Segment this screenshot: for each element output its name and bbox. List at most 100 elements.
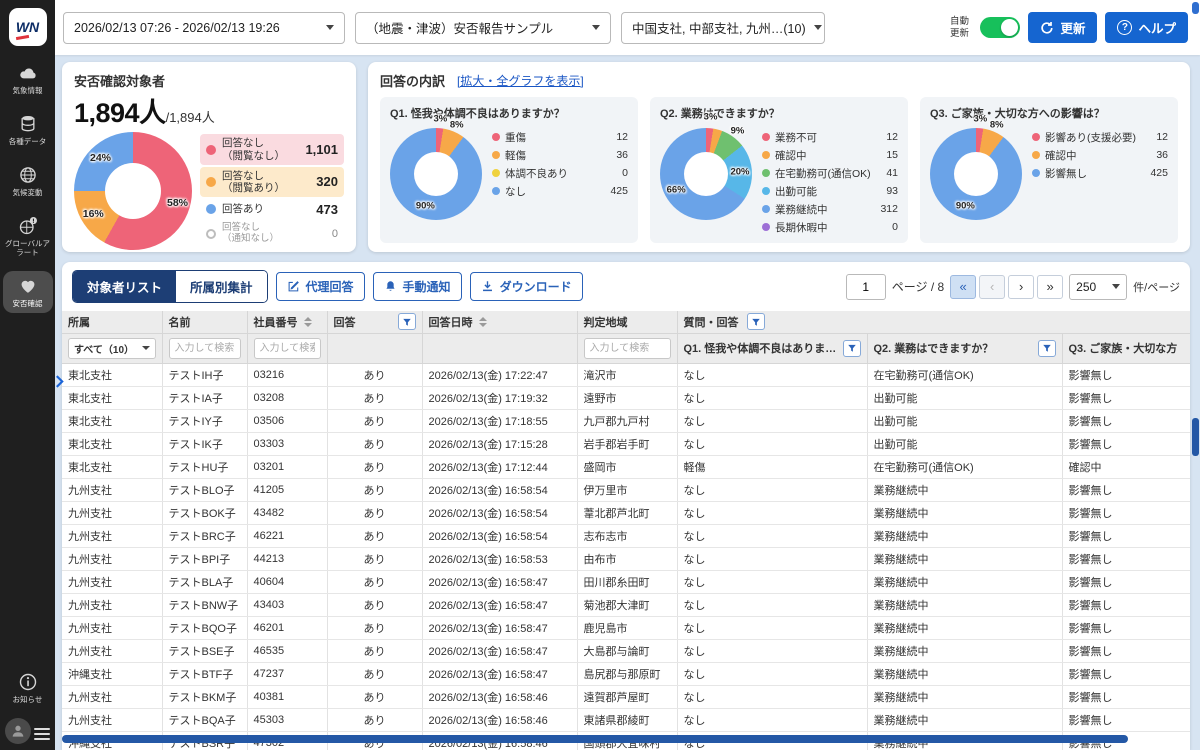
col-region[interactable]: 判定地域: [577, 311, 677, 333]
cell-dept: 九州支社: [62, 478, 162, 501]
proxy-answer-button[interactable]: 代理回答: [276, 272, 365, 301]
table-row[interactable]: 九州支社 テストBNW子 43403 あり 2026/02/13(金) 16:5…: [62, 593, 1190, 616]
table-row[interactable]: 東北支社 テストIK子 03303 あり 2026/02/13(金) 17:15…: [62, 432, 1190, 455]
wn-logo[interactable]: WN: [9, 8, 47, 46]
table-row[interactable]: 九州支社 テストBLA子 40604 あり 2026/02/13(金) 16:5…: [62, 570, 1190, 593]
sort-icon[interactable]: [479, 317, 487, 327]
cell-name: テストBRC子: [162, 524, 247, 547]
prev-page-button[interactable]: ‹: [979, 275, 1005, 299]
report-select[interactable]: （地震・津波）安否報告サンプル: [355, 12, 611, 44]
next-page-button[interactable]: ›: [1008, 275, 1034, 299]
hamburger-menu-icon[interactable]: [34, 728, 50, 740]
legend-dot: [762, 133, 770, 141]
vertical-scrollbar-thumb[interactable]: [1192, 418, 1199, 456]
refresh-button[interactable]: 更新: [1028, 12, 1097, 43]
cell-answered-at: 2026/02/13(金) 16:58:46: [422, 708, 577, 731]
table-body: 東北支社 テストIH子 03216 あり 2026/02/13(金) 17:22…: [62, 363, 1190, 750]
col-q3[interactable]: Q3. ご家族・大切な方: [1062, 333, 1190, 363]
cell-emp-id: 45303: [247, 708, 327, 731]
first-page-button[interactable]: «: [950, 275, 976, 299]
table-row[interactable]: 東北支社 テストIA子 03208 あり 2026/02/13(金) 17:19…: [62, 386, 1190, 409]
legend-label: 回答なし: [222, 223, 279, 234]
dept-filter-select[interactable]: すべて（10）: [68, 338, 156, 359]
page-number-input[interactable]: [846, 274, 886, 300]
daterange-select[interactable]: 2026/02/13 07:26 - 2026/02/13 19:26: [63, 12, 345, 44]
col-name[interactable]: 名前: [162, 311, 247, 333]
auto-update-label: 自動更新: [946, 16, 972, 40]
sidebar-item-data[interactable]: 各種データ: [3, 109, 53, 151]
q2-panel: Q2. 業務はできますか？ 3%9%20%66% 業務不可: [650, 97, 908, 243]
horizontal-scrollbar-thumb[interactable]: [62, 735, 1128, 743]
user-avatar[interactable]: [5, 718, 31, 744]
download-button[interactable]: ダウンロード: [470, 272, 583, 301]
cell-answered-at: 2026/02/13(金) 17:15:28: [422, 432, 577, 455]
table-row[interactable]: 九州支社 テストBSE子 46535 あり 2026/02/13(金) 16:5…: [62, 639, 1190, 662]
table-row[interactable]: 九州支社 テストBKM子 40381 あり 2026/02/13(金) 16:5…: [62, 685, 1190, 708]
tab-target-list[interactable]: 対象者リスト: [73, 271, 176, 302]
col-q2[interactable]: Q2. 業務はできますか？: [867, 333, 1062, 363]
q1-title: Q1. 怪我や体調不良はありますか？: [390, 105, 628, 121]
table-row[interactable]: 沖縄支社 テストBTF子 47237 あり 2026/02/13(金) 16:5…: [62, 662, 1190, 685]
sort-icon[interactable]: [304, 317, 312, 327]
name-search-input[interactable]: [169, 338, 241, 359]
col-q1[interactable]: Q1. 怪我や体調不良はありま…: [677, 333, 867, 363]
breakdown-card: 回答の内訳 [拡大・全グラフを表示] Q1. 怪我や体調不良はありますか？ 3%…: [368, 62, 1190, 252]
legend-item: 業務継続中 312: [762, 200, 898, 218]
sidebar-item-global-alert[interactable]: グローバルアラート: [3, 211, 53, 262]
cell-q2: 業務継続中: [867, 685, 1062, 708]
page-scrollbar-thumb[interactable]: [1192, 2, 1199, 14]
table-row[interactable]: 九州支社 テストBOK子 43482 あり 2026/02/13(金) 16:5…: [62, 501, 1190, 524]
col-dept[interactable]: 所属: [62, 311, 162, 333]
cell-region: 盛岡市: [577, 455, 677, 478]
table-scroll-area[interactable]: 所属 名前 社員番号 回答: [62, 311, 1190, 750]
legend-value: 12: [616, 131, 628, 143]
sidebar-item-label: 安否確認: [13, 299, 43, 308]
table-row[interactable]: 九州支社 テストBQA子 45303 あり 2026/02/13(金) 16:5…: [62, 708, 1190, 731]
page-size-select[interactable]: 250: [1069, 274, 1127, 300]
legend-value: 12: [1156, 131, 1168, 143]
table-row[interactable]: 東北支社 テストIY子 03506 あり 2026/02/13(金) 17:18…: [62, 409, 1190, 432]
expand-all-graphs-link[interactable]: [拡大・全グラフを表示]: [457, 72, 584, 89]
region-search-input[interactable]: [584, 338, 671, 359]
q1-filter-icon[interactable]: [843, 340, 861, 357]
col-emp-id[interactable]: 社員番号: [247, 311, 327, 333]
col-answered-at[interactable]: 回答日時: [422, 311, 577, 333]
app-root: WN 気象情報 各種データ 気候変動 グローバルアラート 安否確認 お知らせ: [0, 0, 1200, 750]
legend-dot: [492, 133, 500, 141]
sidebar-item-climate[interactable]: 気候変動: [3, 160, 53, 202]
table-row[interactable]: 九州支社 テストBLO子 41205 あり 2026/02/13(金) 16:5…: [62, 478, 1190, 501]
answer-filter-icon[interactable]: [398, 313, 416, 330]
cell-q1: なし: [677, 547, 867, 570]
manual-notify-button[interactable]: 手動通知: [373, 272, 462, 301]
tab-dept-summary[interactable]: 所属別集計: [176, 271, 267, 302]
table-row[interactable]: 九州支社 テストBPI子 44213 あり 2026/02/13(金) 16:5…: [62, 547, 1190, 570]
table-row[interactable]: 九州支社 テストBQO子 46201 あり 2026/02/13(金) 16:5…: [62, 616, 1190, 639]
org-select[interactable]: 中国支社, 中部支社, 九州…(10): [621, 12, 825, 44]
sidebar-item-weather[interactable]: 気象情報: [3, 58, 53, 100]
legend-item: 長期休暇中 0: [762, 218, 898, 236]
table-row[interactable]: 東北支社 テストHU子 03201 あり 2026/02/13(金) 17:12…: [62, 455, 1190, 478]
last-page-button[interactable]: »: [1037, 275, 1063, 299]
info-icon: [18, 672, 38, 692]
help-button[interactable]: ? ヘルプ: [1105, 12, 1188, 43]
cell-region: 田川郡糸田町: [577, 570, 677, 593]
col-answer[interactable]: 回答: [327, 311, 422, 333]
cell-dept: 九州支社: [62, 708, 162, 731]
table-row[interactable]: 東北支社 テストIH子 03216 あり 2026/02/13(金) 17:22…: [62, 363, 1190, 386]
sidebar-item-notice[interactable]: お知らせ: [3, 667, 53, 709]
legend-value: 312: [880, 203, 898, 215]
cell-region: 鹿児島市: [577, 616, 677, 639]
legend-item: 影響無し 425: [1032, 164, 1168, 182]
emp-id-search-input[interactable]: [254, 338, 321, 359]
q2-filter-icon[interactable]: [1038, 340, 1056, 357]
cell-region: 志布志市: [577, 524, 677, 547]
qa-filter-icon[interactable]: [747, 313, 765, 330]
auto-update-toggle[interactable]: [980, 17, 1020, 38]
col-question-answer-group[interactable]: 質問・回答: [677, 311, 1190, 333]
sidebar-item-safety[interactable]: 安否確認: [3, 271, 53, 313]
logo-accent: [15, 34, 28, 39]
cell-q3: 影響無し: [1062, 386, 1190, 409]
table-expand-button[interactable]: [55, 372, 69, 390]
q3-donut-chart: 3%8%90%: [930, 128, 1022, 220]
table-row[interactable]: 九州支社 テストBRC子 46221 あり 2026/02/13(金) 16:5…: [62, 524, 1190, 547]
